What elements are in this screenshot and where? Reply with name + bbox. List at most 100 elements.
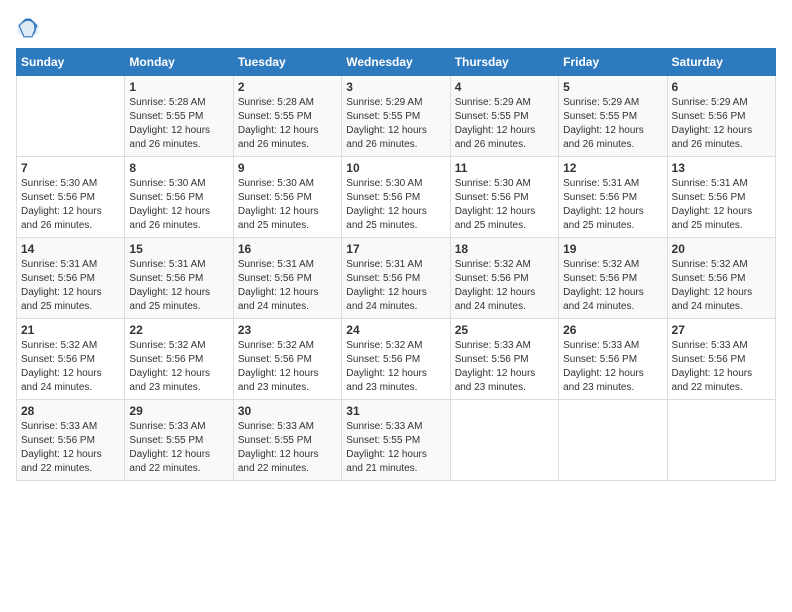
day-number: 3	[346, 80, 445, 94]
day-info: Sunrise: 5:32 AMSunset: 5:56 PMDaylight:…	[563, 258, 662, 314]
day-info: Sunrise: 5:30 AMSunset: 5:56 PMDaylight:…	[346, 177, 445, 233]
calendar-cell: 13 Sunrise: 5:31 AMSunset: 5:56 PMDayligh…	[667, 157, 775, 238]
day-info: Sunrise: 5:31 AMSunset: 5:56 PMDaylight:…	[672, 177, 771, 233]
day-number: 14	[21, 242, 120, 256]
day-info: Sunrise: 5:30 AMSunset: 5:56 PMDaylight:…	[21, 177, 120, 233]
day-number: 15	[129, 242, 228, 256]
day-info: Sunrise: 5:33 AMSunset: 5:56 PMDaylight:…	[21, 420, 120, 476]
col-header-monday: Monday	[125, 49, 233, 76]
day-info: Sunrise: 5:32 AMSunset: 5:56 PMDaylight:…	[455, 258, 554, 314]
day-number: 10	[346, 161, 445, 175]
calendar-cell: 20 Sunrise: 5:32 AMSunset: 5:56 PMDayligh…	[667, 238, 775, 319]
calendar-table: SundayMondayTuesdayWednesdayThursdayFrid…	[16, 48, 776, 481]
calendar-week-3: 14 Sunrise: 5:31 AMSunset: 5:56 PMDayligh…	[17, 238, 776, 319]
day-info: Sunrise: 5:31 AMSunset: 5:56 PMDaylight:…	[238, 258, 337, 314]
day-number: 18	[455, 242, 554, 256]
header-row: SundayMondayTuesdayWednesdayThursdayFrid…	[17, 49, 776, 76]
day-info: Sunrise: 5:29 AMSunset: 5:55 PMDaylight:…	[346, 96, 445, 152]
calendar-cell: 26 Sunrise: 5:33 AMSunset: 5:56 PMDayligh…	[559, 319, 667, 400]
day-info: Sunrise: 5:28 AMSunset: 5:55 PMDaylight:…	[129, 96, 228, 152]
day-info: Sunrise: 5:33 AMSunset: 5:55 PMDaylight:…	[346, 420, 445, 476]
calendar-week-5: 28 Sunrise: 5:33 AMSunset: 5:56 PMDayligh…	[17, 400, 776, 481]
day-number: 9	[238, 161, 337, 175]
day-number: 24	[346, 323, 445, 337]
day-number: 1	[129, 80, 228, 94]
day-number: 6	[672, 80, 771, 94]
day-number: 8	[129, 161, 228, 175]
day-number: 4	[455, 80, 554, 94]
calendar-cell	[450, 400, 558, 481]
calendar-week-1: 1 Sunrise: 5:28 AMSunset: 5:55 PMDaylight…	[17, 76, 776, 157]
calendar-cell: 23 Sunrise: 5:32 AMSunset: 5:56 PMDayligh…	[233, 319, 341, 400]
day-number: 30	[238, 404, 337, 418]
day-info: Sunrise: 5:29 AMSunset: 5:55 PMDaylight:…	[455, 96, 554, 152]
calendar-cell	[559, 400, 667, 481]
day-number: 25	[455, 323, 554, 337]
col-header-saturday: Saturday	[667, 49, 775, 76]
day-number: 7	[21, 161, 120, 175]
day-number: 5	[563, 80, 662, 94]
day-number: 13	[672, 161, 771, 175]
day-info: Sunrise: 5:32 AMSunset: 5:56 PMDaylight:…	[672, 258, 771, 314]
day-number: 12	[563, 161, 662, 175]
calendar-cell: 10 Sunrise: 5:30 AMSunset: 5:56 PMDayligh…	[342, 157, 450, 238]
day-info: Sunrise: 5:29 AMSunset: 5:56 PMDaylight:…	[672, 96, 771, 152]
day-number: 31	[346, 404, 445, 418]
calendar-cell: 18 Sunrise: 5:32 AMSunset: 5:56 PMDayligh…	[450, 238, 558, 319]
calendar-cell: 8 Sunrise: 5:30 AMSunset: 5:56 PMDaylight…	[125, 157, 233, 238]
calendar-cell: 25 Sunrise: 5:33 AMSunset: 5:56 PMDayligh…	[450, 319, 558, 400]
day-info: Sunrise: 5:32 AMSunset: 5:56 PMDaylight:…	[21, 339, 120, 395]
header	[16, 16, 776, 40]
calendar-cell	[667, 400, 775, 481]
day-info: Sunrise: 5:31 AMSunset: 5:56 PMDaylight:…	[563, 177, 662, 233]
calendar-cell: 11 Sunrise: 5:30 AMSunset: 5:56 PMDayligh…	[450, 157, 558, 238]
day-info: Sunrise: 5:30 AMSunset: 5:56 PMDaylight:…	[455, 177, 554, 233]
day-info: Sunrise: 5:28 AMSunset: 5:55 PMDaylight:…	[238, 96, 337, 152]
logo	[16, 16, 44, 40]
calendar-cell: 21Sunrise: 5:32 AMSunset: 5:56 PMDayligh…	[17, 319, 125, 400]
day-info: Sunrise: 5:31 AMSunset: 5:56 PMDaylight:…	[129, 258, 228, 314]
col-header-sunday: Sunday	[17, 49, 125, 76]
day-number: 28	[21, 404, 120, 418]
day-info: Sunrise: 5:30 AMSunset: 5:56 PMDaylight:…	[129, 177, 228, 233]
calendar-cell: 28 Sunrise: 5:33 AMSunset: 5:56 PMDayligh…	[17, 400, 125, 481]
day-number: 19	[563, 242, 662, 256]
day-number: 23	[238, 323, 337, 337]
day-info: Sunrise: 5:32 AMSunset: 5:56 PMDaylight:…	[238, 339, 337, 395]
day-info: Sunrise: 5:33 AMSunset: 5:56 PMDaylight:…	[455, 339, 554, 395]
calendar-cell: 3 Sunrise: 5:29 AMSunset: 5:55 PMDaylight…	[342, 76, 450, 157]
calendar-cell: 4 Sunrise: 5:29 AMSunset: 5:55 PMDaylight…	[450, 76, 558, 157]
day-number: 22	[129, 323, 228, 337]
day-number: 11	[455, 161, 554, 175]
calendar-cell: 1 Sunrise: 5:28 AMSunset: 5:55 PMDaylight…	[125, 76, 233, 157]
day-info: Sunrise: 5:32 AMSunset: 5:56 PMDaylight:…	[346, 339, 445, 395]
calendar-cell: 14 Sunrise: 5:31 AMSunset: 5:56 PMDayligh…	[17, 238, 125, 319]
day-number: 27	[672, 323, 771, 337]
calendar-cell: 16Sunrise: 5:31 AMSunset: 5:56 PMDayligh…	[233, 238, 341, 319]
calendar-cell: 30 Sunrise: 5:33 AMSunset: 5:55 PMDayligh…	[233, 400, 341, 481]
col-header-thursday: Thursday	[450, 49, 558, 76]
calendar-cell: 24 Sunrise: 5:32 AMSunset: 5:56 PMDayligh…	[342, 319, 450, 400]
day-number: 17	[346, 242, 445, 256]
calendar-cell: 12 Sunrise: 5:31 AMSunset: 5:56 PMDayligh…	[559, 157, 667, 238]
day-info: Sunrise: 5:33 AMSunset: 5:55 PMDaylight:…	[238, 420, 337, 476]
calendar-cell: 9Sunrise: 5:30 AMSunset: 5:56 PMDaylight…	[233, 157, 341, 238]
day-info: Sunrise: 5:31 AMSunset: 5:56 PMDaylight:…	[21, 258, 120, 314]
day-number: 20	[672, 242, 771, 256]
calendar-week-4: 21Sunrise: 5:32 AMSunset: 5:56 PMDayligh…	[17, 319, 776, 400]
calendar-week-2: 7 Sunrise: 5:30 AMSunset: 5:56 PMDaylight…	[17, 157, 776, 238]
calendar-cell: 5Sunrise: 5:29 AMSunset: 5:55 PMDaylight…	[559, 76, 667, 157]
day-info: Sunrise: 5:32 AMSunset: 5:56 PMDaylight:…	[129, 339, 228, 395]
calendar-cell: 31 Sunrise: 5:33 AMSunset: 5:55 PMDayligh…	[342, 400, 450, 481]
col-header-tuesday: Tuesday	[233, 49, 341, 76]
day-info: Sunrise: 5:33 AMSunset: 5:55 PMDaylight:…	[129, 420, 228, 476]
logo-icon	[16, 16, 40, 40]
day-info: Sunrise: 5:33 AMSunset: 5:56 PMDaylight:…	[563, 339, 662, 395]
day-number: 26	[563, 323, 662, 337]
calendar-cell: 15 Sunrise: 5:31 AMSunset: 5:56 PMDayligh…	[125, 238, 233, 319]
calendar-cell: 17Sunrise: 5:31 AMSunset: 5:56 PMDayligh…	[342, 238, 450, 319]
calendar-cell: 19 Sunrise: 5:32 AMSunset: 5:56 PMDayligh…	[559, 238, 667, 319]
day-number: 2	[238, 80, 337, 94]
col-header-wednesday: Wednesday	[342, 49, 450, 76]
calendar-cell: 7 Sunrise: 5:30 AMSunset: 5:56 PMDaylight…	[17, 157, 125, 238]
